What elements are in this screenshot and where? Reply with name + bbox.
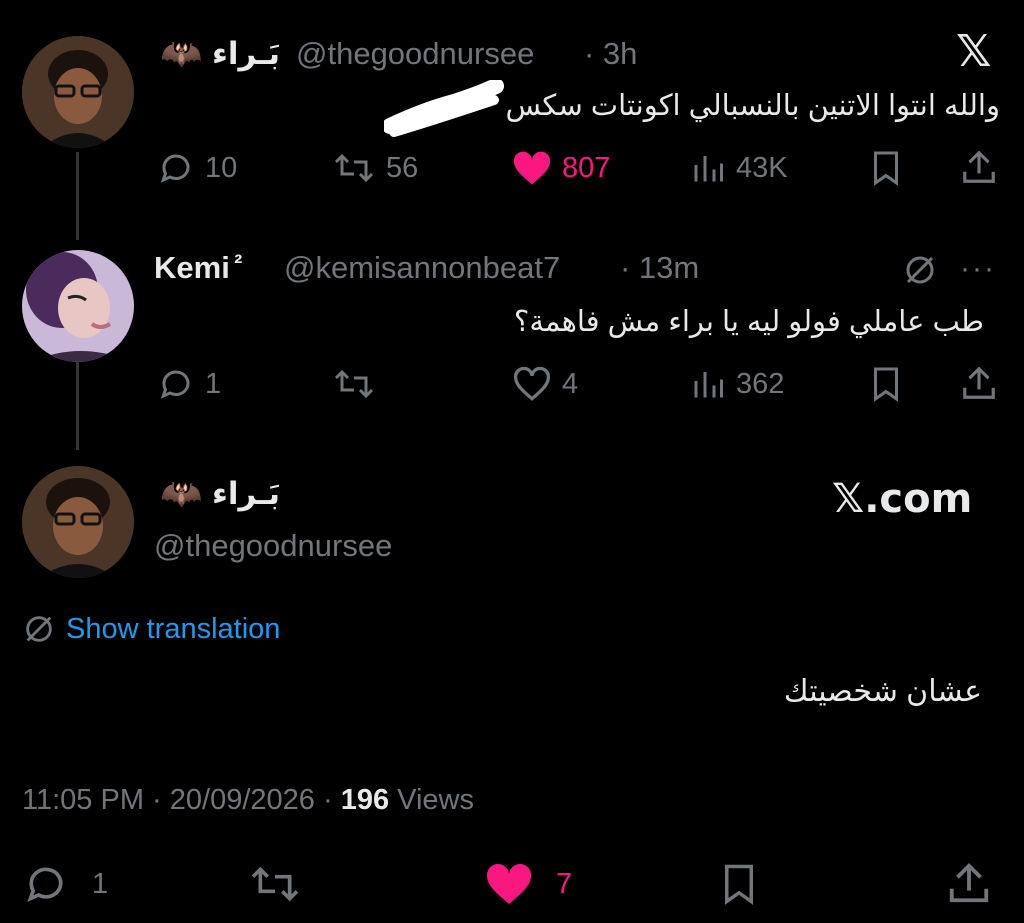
retweet-button[interactable]	[332, 366, 376, 402]
heart-filled-icon	[513, 151, 551, 185]
tweet-timestamp[interactable]: 11:05 PM	[22, 784, 144, 816]
tweet-text-content: والله انتوا الاتنين بالنسبالي اكونتات سك…	[505, 90, 1000, 122]
views-count: 43K	[736, 151, 788, 184]
reply-count: 1	[92, 867, 109, 900]
tweet-thread: 🦇 بَـراء @thegoodnursee · 3h 𝕏 والله انت…	[0, 0, 1024, 923]
tweet-meta: 11:05 PM · 20/09/2026 · 196 Views	[22, 784, 474, 817]
tweet-time[interactable]: · 13m	[620, 250, 699, 286]
retweet-icon	[251, 866, 299, 902]
avatar[interactable]	[22, 466, 134, 578]
name-suffix: ²	[234, 250, 243, 277]
display-name[interactable]: بَـراء	[212, 476, 280, 512]
share-button[interactable]	[960, 364, 998, 402]
thread-line	[76, 152, 79, 240]
share-icon	[949, 863, 989, 903]
user-handle[interactable]: @thegoodnursee	[154, 528, 392, 564]
views-count: 362	[736, 367, 785, 400]
tweet-text: عشان شخصيتك	[382, 674, 982, 709]
views-button[interactable]: 362	[690, 366, 784, 402]
reply-icon	[160, 154, 190, 183]
like-button[interactable]: 4	[512, 366, 578, 402]
retweet-icon	[334, 369, 374, 399]
bookmark-icon	[874, 367, 898, 402]
display-name[interactable]: Kemi ²	[154, 250, 242, 286]
views-label: Views	[397, 784, 474, 816]
share-icon	[963, 366, 995, 399]
x-watermark: 𝕏.com	[832, 476, 973, 522]
share-button[interactable]	[946, 860, 992, 906]
reply-button[interactable]: 1	[22, 862, 108, 906]
bookmark-button[interactable]	[868, 150, 904, 186]
like-count: 7	[556, 867, 573, 900]
user-handle[interactable]: @kemisannonbeat7	[284, 250, 560, 286]
bat-emoji-icon: 🦇	[160, 35, 203, 73]
tweet-text: طب عاملي فولو ليه يا براء مش فاهمة؟	[384, 304, 984, 339]
heart-outline-icon	[513, 366, 551, 401]
reply-button[interactable]: 1	[157, 366, 221, 402]
display-name[interactable]: بَـراء	[212, 36, 280, 72]
like-button[interactable]: 7	[484, 862, 572, 906]
share-icon	[963, 150, 995, 183]
tweet-text-content: عشان شخصيتك	[783, 675, 982, 708]
bat-emoji-icon: 🦇	[160, 475, 203, 513]
avatar[interactable]	[22, 250, 134, 362]
reply-icon	[27, 867, 63, 903]
like-button[interactable]: 807	[512, 150, 610, 186]
reply-count: 1	[205, 367, 222, 400]
views-total: 196	[340, 784, 390, 816]
retweet-icon	[334, 153, 374, 183]
heart-filled-icon	[486, 863, 532, 904]
analytics-icon	[694, 372, 723, 398]
x-logo-icon[interactable]: 𝕏	[956, 26, 991, 77]
translate-globe-icon[interactable]	[902, 252, 938, 293]
like-count: 807	[562, 151, 611, 184]
more-options-icon[interactable]: ···	[960, 252, 996, 286]
avatar[interactable]	[22, 36, 134, 148]
bookmark-button[interactable]	[868, 366, 904, 402]
tweet-text-content: طب عاملي فولو ليه يا براء مش فاهمة؟	[513, 306, 984, 338]
retweet-count: 56	[386, 151, 419, 184]
reply-button[interactable]: 10	[157, 150, 237, 186]
retweet-button[interactable]	[248, 862, 302, 906]
reply-icon	[160, 370, 190, 399]
bookmark-icon	[725, 864, 753, 905]
display-name-text: Kemi	[154, 250, 230, 285]
like-count: 4	[562, 367, 579, 400]
analytics-icon	[694, 156, 723, 182]
translate-globe-icon	[26, 616, 52, 642]
views-button[interactable]: 43K	[690, 150, 788, 186]
share-button[interactable]	[960, 148, 998, 186]
bookmark-button[interactable]	[718, 862, 760, 906]
thread-line	[76, 362, 79, 450]
user-handle[interactable]: @thegoodnursee	[296, 36, 534, 72]
tweet-date[interactable]: · 20/09/2026 ·	[152, 784, 333, 816]
show-translation-link[interactable]: Show translation	[22, 612, 280, 646]
tweet-time[interactable]: · 3h	[584, 36, 637, 72]
bookmark-icon	[874, 151, 898, 186]
censor-scribble	[382, 78, 504, 143]
show-translation-label: Show translation	[66, 612, 281, 645]
retweet-button[interactable]: 56	[332, 150, 418, 186]
reply-count: 10	[205, 151, 238, 184]
